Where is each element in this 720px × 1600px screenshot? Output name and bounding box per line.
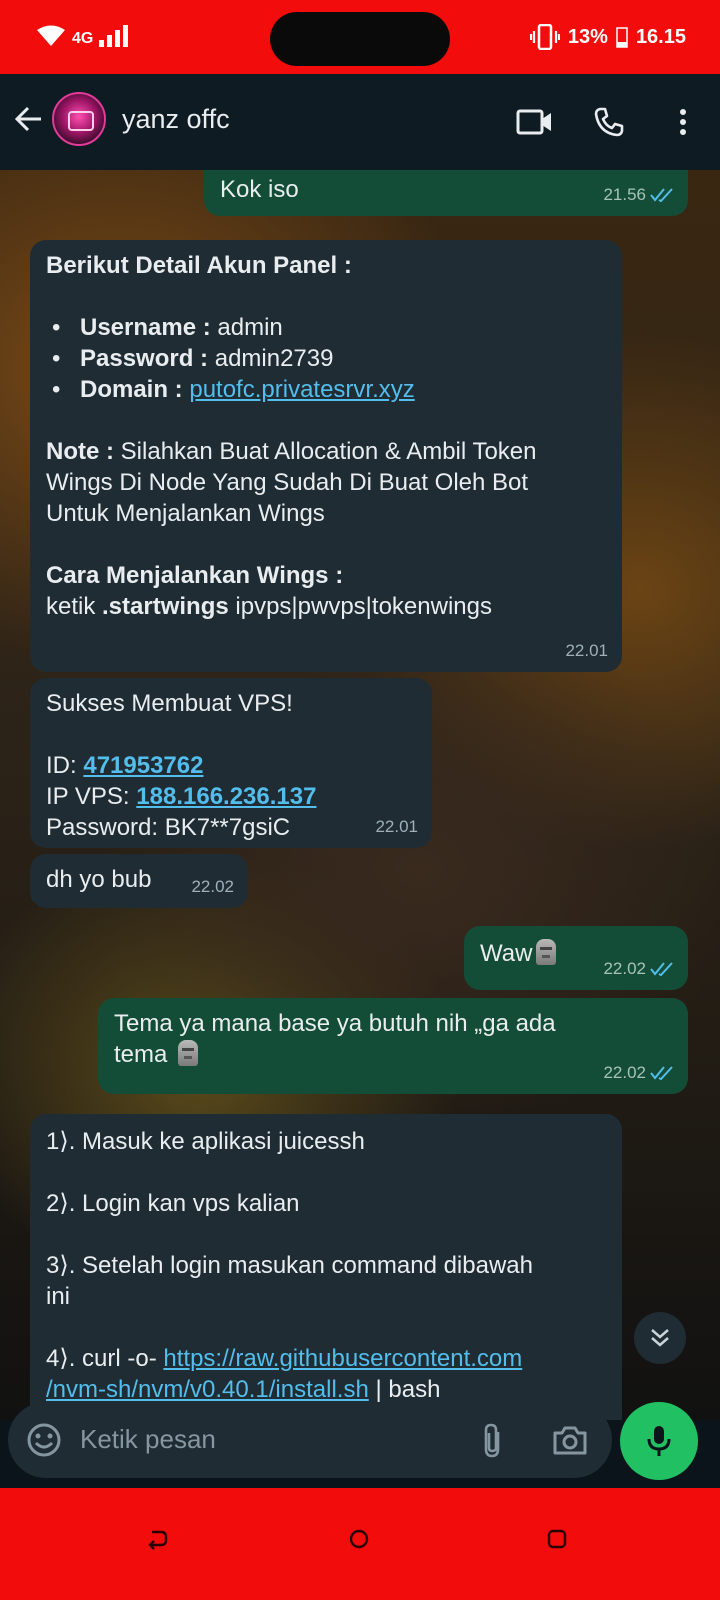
detail-domain: Domain : putofc.privatesrvr.xyz: [46, 374, 606, 405]
network-type: 4G: [72, 30, 94, 47]
install-script-link[interactable]: https://raw.githubusercontent.com: [163, 1345, 522, 1372]
battery-percent: 13%: [567, 25, 608, 48]
video-call-button[interactable]: [498, 102, 572, 142]
message-meta: 22.01: [565, 635, 608, 666]
vps-success-text: Sukses Membuat VPS!: [46, 690, 293, 717]
message-meta: 22.02: [191, 871, 234, 902]
message-bubble-outgoing[interactable]: Tema ya mana base ya butuh nih „ga ada t…: [98, 998, 688, 1094]
step-3-line-1: 3⟩. Setelah login masukan command dibawa…: [46, 1252, 533, 1279]
detail-password: Password : admin2739: [46, 343, 606, 374]
recents-nav-icon[interactable]: [546, 1528, 568, 1550]
contact-name[interactable]: yanz offc: [122, 104, 230, 135]
back-arrow-icon[interactable]: [14, 104, 44, 134]
step-2: 2⟩. Login kan vps kalian: [46, 1190, 300, 1217]
detail-username: Username : admin: [46, 312, 606, 343]
message-time: 22.02: [603, 1063, 646, 1082]
note-line-1: Note : Silahkan Buat Allocation & Ambil …: [46, 438, 537, 465]
phone-icon: [594, 107, 624, 137]
message-meta: 22.01: [375, 811, 418, 842]
message-time: 22.02: [191, 877, 234, 896]
message-time: 22.02: [603, 959, 646, 978]
voice-call-button[interactable]: [572, 102, 646, 142]
video-camera-icon: [516, 109, 551, 135]
camera-icon[interactable]: [552, 1424, 588, 1456]
message-bubble-incoming[interactable]: Sukses Membuat VPS! ID: 471953762 IP VPS…: [30, 678, 432, 848]
system-navigation-bar: [0, 1488, 720, 1600]
scroll-to-bottom-button[interactable]: [634, 1312, 686, 1364]
message-bubble-outgoing[interactable]: Kok iso 21.56: [204, 170, 688, 216]
double-chevron-down-icon: [651, 1329, 669, 1347]
clock: 16.15: [635, 25, 686, 48]
step-1: 1⟩. Masuk ke aplikasi juicessh: [46, 1128, 365, 1155]
status-left: 4G: [36, 24, 133, 48]
message-meta: 21.56: [603, 179, 674, 210]
vps-id-link[interactable]: 471953762: [83, 752, 203, 779]
note-line-2: Wings Di Node Yang Sudah Di Buat Oleh Bo…: [46, 469, 529, 496]
chat-header: yanz offc: [0, 74, 720, 170]
header-actions: [498, 102, 720, 142]
moai-emoji-icon: [178, 1040, 199, 1066]
account-details-list: Username : admin Password : admin2739 Do…: [46, 312, 606, 405]
more-vertical-icon: [680, 109, 686, 135]
message-time: 22.01: [375, 817, 418, 836]
voice-record-button[interactable]: [620, 1402, 698, 1480]
attachment-icon[interactable]: [478, 1422, 506, 1460]
message-time: 21.56: [603, 185, 646, 204]
status-bar: 4G 13% 16.15: [0, 0, 720, 74]
microphone-icon: [647, 1426, 671, 1456]
note-line-3: Untuk Menjalankan Wings: [46, 500, 325, 527]
message-meta: 22.02: [603, 953, 674, 984]
signal-icon: [99, 25, 129, 47]
camera-notch: [270, 12, 450, 66]
step-4-line-2: /nvm-sh/nvm/v0.40.1/install.sh | bash: [46, 1376, 441, 1403]
install-script-link-continued[interactable]: /nvm-sh/nvm/v0.40.1/install.sh: [46, 1376, 369, 1403]
wifi-icon: [37, 25, 65, 46]
step-3-line-2: ini: [46, 1283, 71, 1310]
message-text: Kok iso: [220, 176, 299, 203]
message-bubble-outgoing[interactable]: Waw 22.02: [464, 926, 688, 990]
message-bubble-incoming[interactable]: dh yo bub 22.02: [30, 854, 248, 908]
how-to-heading: Cara Menjalankan Wings :: [46, 562, 344, 589]
vps-id-line: ID: 471953762: [46, 752, 204, 779]
message-composer: Ketik pesan: [8, 1402, 612, 1478]
chat-area[interactable]: Kok iso 21.56 Berikut Detail Akun Panel …: [0, 170, 720, 1420]
vps-password-line: Password: BK7**7gsiC: [46, 814, 291, 841]
message-bubble-incoming[interactable]: 1⟩. Masuk ke aplikasi juicessh 2⟩. Login…: [30, 1114, 622, 1420]
domain-link[interactable]: putofc.privatesrvr.xyz: [189, 376, 414, 403]
battery-icon: [616, 27, 628, 48]
status-right: 13% 16.15: [529, 24, 686, 50]
message-text-line-1: Tema ya mana base ya butuh nih „ga ada: [114, 1010, 556, 1037]
panel-heading: Berikut Detail Akun Panel :: [46, 252, 352, 279]
message-meta: 22.02: [603, 1057, 674, 1088]
double-check-icon: [650, 961, 673, 976]
home-nav-icon[interactable]: [348, 1528, 370, 1550]
message-bubble-incoming[interactable]: Berikut Detail Akun Panel : Username : a…: [30, 240, 622, 672]
emoji-icon[interactable]: [26, 1422, 62, 1458]
vps-ip-link[interactable]: 188.166.236.137: [136, 783, 316, 810]
contact-avatar[interactable]: [52, 92, 106, 146]
message-input[interactable]: Ketik pesan: [80, 1424, 216, 1455]
back-nav-icon[interactable]: [146, 1528, 168, 1550]
double-check-icon: [650, 1065, 673, 1080]
moai-emoji-icon: [536, 939, 557, 965]
how-to-command: ketik .startwings ipvps|pwvps|tokenwings: [46, 593, 492, 620]
more-options-button[interactable]: [646, 102, 720, 142]
message-text: dh yo bub: [46, 866, 152, 893]
message-time: 22.01: [565, 641, 608, 660]
vibrate-icon: [529, 24, 560, 50]
message-text: Waw: [480, 940, 533, 967]
vps-ip-line: IP VPS: 188.166.236.137: [46, 783, 317, 810]
double-check-icon: [650, 187, 673, 202]
step-4-line-1: 4⟩. curl -o- https://raw.githubuserconte…: [46, 1345, 523, 1372]
message-text-line-2: tema: [114, 1039, 672, 1070]
